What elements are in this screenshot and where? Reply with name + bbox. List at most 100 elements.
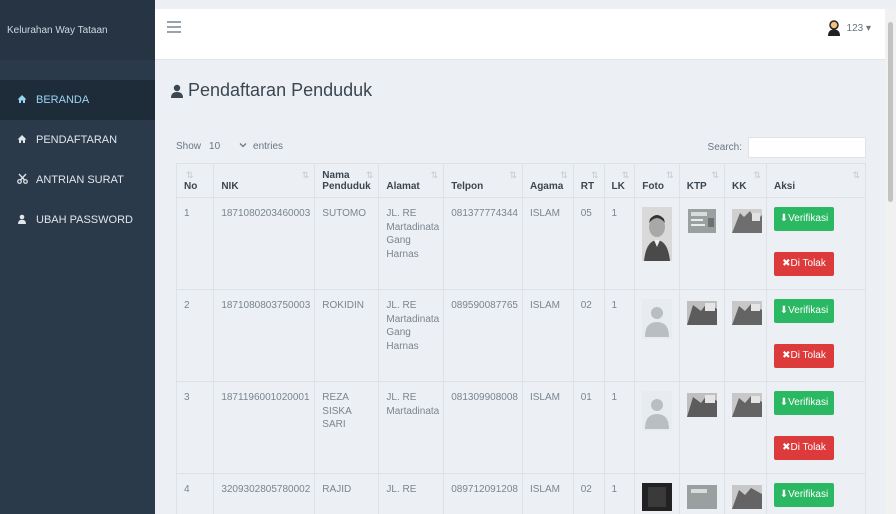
entries-select[interactable]: 10 [209,141,247,152]
chevron-down-icon [239,143,247,148]
user-icon [13,214,31,227]
cell-nik: 3209302805780002 [213,473,316,514]
kk-document-image[interactable] [731,299,762,327]
kk-document-image[interactable] [731,207,762,235]
cell-foto [634,381,680,474]
reject-button[interactable]: ✖Di Tolak [773,436,834,460]
sort-asc-icon: ⇅ [186,170,194,180]
table-row: 4 3209302805780002 RAJID JL. RE 08971209… [175,473,867,514]
sort-icon: ⇅ [301,170,310,180]
page-scrollbar-thumb[interactable] [888,22,893,202]
cell-foto [634,473,680,514]
column-header-nama[interactable]: ⇅ Nama Penduduk [314,163,380,198]
cell-lk: 1 [603,197,636,290]
sort-icon: ⇅ [365,170,374,180]
cell-nik: 1871080203460003 [213,197,316,290]
cell-lk: 1 [603,289,636,382]
sidebar-item-label: PENDAFTARAN [36,134,118,146]
column-header-aksi[interactable]: ⇅ Aksi [765,163,867,198]
avatar-placeholder-icon[interactable] [642,391,673,431]
column-header-agama[interactable]: ⇅ Agama [521,163,574,198]
cell-aksi: ⬇Verifikasi ✖Di Tolak [765,197,867,290]
sidebar-item-antrian-surat[interactable]: ANTRIAN SURAT [0,160,155,200]
entries-label: entries [253,141,284,152]
cell-no: 2 [175,289,215,382]
sidebar: Kelurahan Way Tataan BERANDA PENDAFTARAN… [0,0,155,514]
penduduk-table: ⇅ No ⇅ NIK ⇅ Nama Penduduk ⇅ Alamat ⇅ Telpon … [175,163,867,514]
cell-telpon: 081309908008 [443,381,523,474]
page-title: Pendaftaran Penduduk [170,80,372,101]
cell-lk: 1 [603,473,636,514]
verify-button[interactable]: ⬇Verifikasi [773,391,834,415]
cell-alamat: JL. RE Martadinata Gang Harnas [378,197,445,290]
cell-foto [634,197,680,290]
portrait-photo[interactable] [642,483,673,511]
search-input[interactable] [748,137,866,158]
cell-nama: RAJID [314,473,380,514]
entries-select-value: 10 [209,141,221,152]
ktp-document-image[interactable] [686,391,717,419]
column-header-nik[interactable]: ⇅ NIK [213,163,316,198]
user-menu[interactable]: 123 ▾ [827,20,871,36]
avatar-placeholder-icon[interactable] [642,299,673,339]
kk-document-image[interactable] [731,391,762,419]
cell-telpon: 089590087765 [443,289,523,382]
cell-no: 4 [175,473,215,514]
verify-button[interactable]: ⬇Verifikasi [773,483,834,507]
sidebar-nav: BERANDA PENDAFTARAN ANTRIAN SURAT UBAH P… [0,80,155,240]
sort-icon: ⇅ [666,170,674,180]
top-navbar: 123 ▾ [155,9,885,60]
hamburger-menu-icon[interactable] [167,21,181,33]
sort-icon: ⇅ [711,170,719,180]
reject-button[interactable]: ✖Di Tolak [773,252,834,276]
cell-ktp [678,381,725,474]
cell-rt: 05 [572,197,605,290]
ktp-document-image[interactable] [687,207,717,235]
cell-agama: ISLAM [521,197,574,290]
ktp-document-image[interactable] [686,299,717,327]
sidebar-item-pendaftaran[interactable]: PENDAFTARAN [0,120,155,160]
entries-length-control: Show 10 entries [176,141,283,152]
kk-document-image[interactable] [731,483,762,511]
cell-ktp [678,197,725,290]
column-header-lk[interactable]: ⇅ LK [603,163,636,198]
cell-no: 3 [175,381,215,474]
table-row: 3 1871196001020001 REZA SISKA SARI JL. R… [175,381,867,474]
portrait-photo[interactable] [642,207,673,261]
column-header-rt[interactable]: ⇅ RT [572,163,605,198]
cell-ktp [678,473,725,514]
table-controls: Show 10 entries Search: [176,137,866,159]
cell-kk [723,197,767,290]
cell-nik: 1871196001020001 [213,381,316,474]
home-icon [13,94,31,107]
table-row: 2 1871080803750003 ROKIDIN JL. RE Martad… [175,289,867,382]
cell-ktp [678,289,725,382]
cell-kk [723,473,767,514]
user-name: 123 ▾ [846,22,871,34]
cell-lk: 1 [603,381,636,474]
cell-telpon: 089712091208 [443,473,523,514]
cell-rt: 02 [572,473,605,514]
sidebar-item-ubah-password[interactable]: UBAH PASSWORD [0,200,155,240]
sort-icon: ⇅ [560,170,568,180]
reject-button[interactable]: ✖Di Tolak [773,344,834,368]
table-row: 1 1871080203460003 SUTOMO JL. RE Martadi… [175,197,867,290]
column-header-no[interactable]: ⇅ No [175,163,215,198]
cell-nama: ROKIDIN [314,289,380,382]
column-header-foto[interactable]: ⇅ Foto [634,163,680,198]
verify-button[interactable]: ⬇Verifikasi [773,207,834,231]
ktp-document-image[interactable] [686,483,717,511]
column-header-kk[interactable]: ⇅ KK [723,163,767,198]
column-header-ktp[interactable]: ⇅ KTP [678,163,725,198]
sidebar-item-label: UBAH PASSWORD [36,214,133,226]
sort-icon: ⇅ [509,170,517,180]
verify-button[interactable]: ⬇Verifikasi [773,299,834,323]
cell-aksi: ⬇Verifikasi [765,473,867,514]
column-header-alamat[interactable]: ⇅ Alamat [378,163,445,198]
search-label: Search: [707,142,742,153]
sidebar-item-beranda[interactable]: BERANDA [0,80,155,120]
cell-agama: ISLAM [521,473,574,514]
brand-name[interactable]: Kelurahan Way Tataan [0,0,155,60]
column-header-telpon[interactable]: ⇅ Telpon [443,163,523,198]
cell-foto [634,289,680,382]
